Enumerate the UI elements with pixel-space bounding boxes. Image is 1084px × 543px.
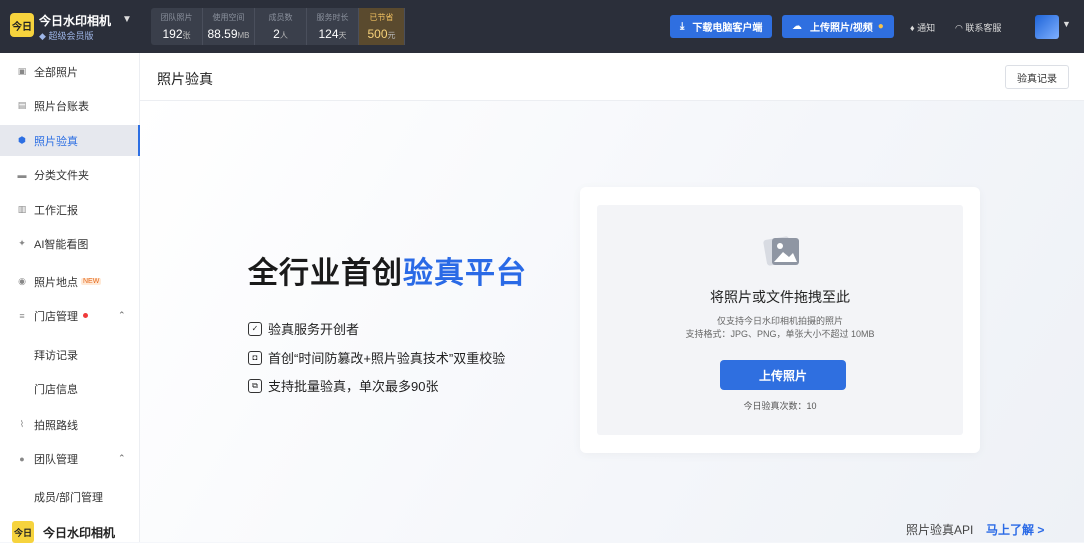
feature-item: ✓ 验真服务开创者 [248,319,359,338]
sidebar-subitem-store-info[interactable]: 门店信息 [34,381,78,397]
member-icon: ◆ [39,31,46,41]
api-learn-more-link[interactable]: 马上了解 > [986,521,1044,538]
folder-icon: ▬ [17,169,27,180]
sidebar-item-photo-sheet[interactable]: ▤ 照片台账表 [0,90,140,121]
sidebar-item-photo-verify[interactable]: ⬢ 照片验真 [0,125,140,156]
ai-icon: ✦ [18,238,26,248]
drop-format-hint: 支持格式：JPG、PNG，单张大小不超过 10MB [685,329,875,339]
feature-item: ⧉ 支持批量验真，单次最多90张 [248,376,438,395]
main-header: 照片验真 验真记录 [140,53,1084,101]
stat-service-days: 服务时长 124天 [307,8,359,45]
app-logo: 今日 [12,521,34,543]
upload-media-button[interactable]: ☁ 上传照片/视频 ● [782,15,894,38]
shield-icon: ⬢ [18,135,26,145]
headset-icon: ◠ [955,23,963,33]
route-icon: ⌇ [19,419,25,429]
top-bar: 今日 今日水印相机 ◆ 超级会员版 ▼ 团队照片 192张 使用空间 88.59… [0,0,1084,53]
shield-check-icon: ✓ [248,321,262,336]
report-icon: ▥ [17,204,27,214]
feature-item: ◘ 首创“时间防篡改+照片验真技术”双重校验 [248,348,505,367]
chevron-up-icon[interactable]: ⌃ [118,453,126,464]
drop-zone[interactable]: 将照片或文件拖拽至此 仅支持今日水印相机拍摄的照片 支持格式：JPG、PNG，单… [597,205,963,435]
unread-dot [83,313,88,318]
sidebar: ▣ 全部照片 ▤ 照片台账表 ⬢ 照片验真 ▬ 分类文件夹 ▥ 工作汇报 ✦ AI智能看图 … [0,53,140,543]
drop-title: 将照片或文件拖拽至此 [710,289,850,305]
chevron-up-icon[interactable]: ⌃ [118,310,126,321]
coin-icon: ● [877,21,884,32]
stat-members: 成员数 2人 [255,8,307,45]
app-switch-chevron-down-icon[interactable]: ▼ [122,14,132,25]
upload-photo-button[interactable]: 上传照片 [720,360,846,390]
daily-verify-count: 今日验真次数：10 [743,401,817,411]
sidebar-subitem-member-dept[interactable]: 成员/部门管理 [34,489,103,505]
sheet-icon: ▤ [17,100,27,110]
copy-check-icon: ⧉ [248,378,262,393]
bell-icon: ♦ [910,23,915,33]
sidebar-brand: 今日 今日水印相机 [12,521,115,543]
sidebar-item-photo-route[interactable]: ⌇ 拍照路线 [0,409,140,440]
app-logo[interactable]: 今日 [10,13,34,37]
sidebar-item-folders[interactable]: ▬ 分类文件夹 [0,159,140,190]
photo-icon: ▣ [17,66,27,76]
cloud-upload-icon: ☁ [792,21,802,32]
stat-storage: 使用空间 88.59MB [203,8,255,45]
shield-lock-icon: ◘ [248,350,262,365]
drop-hint: 仅支持今日水印相机拍摄的照片 [716,316,843,326]
chevron-down-icon[interactable]: ▼ [1062,19,1071,29]
hero-title: 全行业首创验真平台 [248,257,527,290]
sidebar-item-work-report[interactable]: ▥ 工作汇报 [0,194,140,225]
api-label: 照片验真API [906,523,974,537]
avatar[interactable] [1035,15,1059,39]
download-client-button[interactable]: ⤓ 下载电脑客户端 [670,15,773,38]
upload-card: 将照片或文件拖拽至此 仅支持今日水印相机拍摄的照片 支持格式：JPG、PNG，单… [580,187,980,453]
stat-saved: 已节省 500元 [359,8,405,45]
download-icon: ⤓ [680,21,685,32]
support-button[interactable]: ◠ 联系客服 [955,21,1001,34]
sidebar-item-photo-location[interactable]: ◉ 照片地点 NEW [0,266,140,297]
location-icon: ◉ [18,276,26,286]
member-badge: ◆ 超级会员版 [39,31,94,41]
sidebar-item-ai-view[interactable]: ✦ AI智能看图 [0,228,140,259]
notification-button[interactable]: ♦ 通知 [910,21,935,34]
page-title: 照片验真 [157,71,213,87]
new-badge: NEW [81,278,102,285]
brand-name: 今日水印相机 [43,525,116,540]
sidebar-subitem-visit-records[interactable]: 拜访记录 [34,347,78,363]
sidebar-item-all-photos[interactable]: ▣ 全部照片 [0,56,140,87]
team-icon: ● [19,453,25,464]
verify-records-button[interactable]: 验真记录 [1005,65,1069,89]
stats-panel: 团队照片 192张 使用空间 88.59MB 成员数 2人 服务时长 124天 … [151,8,405,45]
image-icon [763,236,799,266]
store-icon: ≡ [19,310,25,321]
app-name[interactable]: 今日水印相机 [39,12,111,29]
stat-photos: 团队照片 192张 [151,8,203,45]
